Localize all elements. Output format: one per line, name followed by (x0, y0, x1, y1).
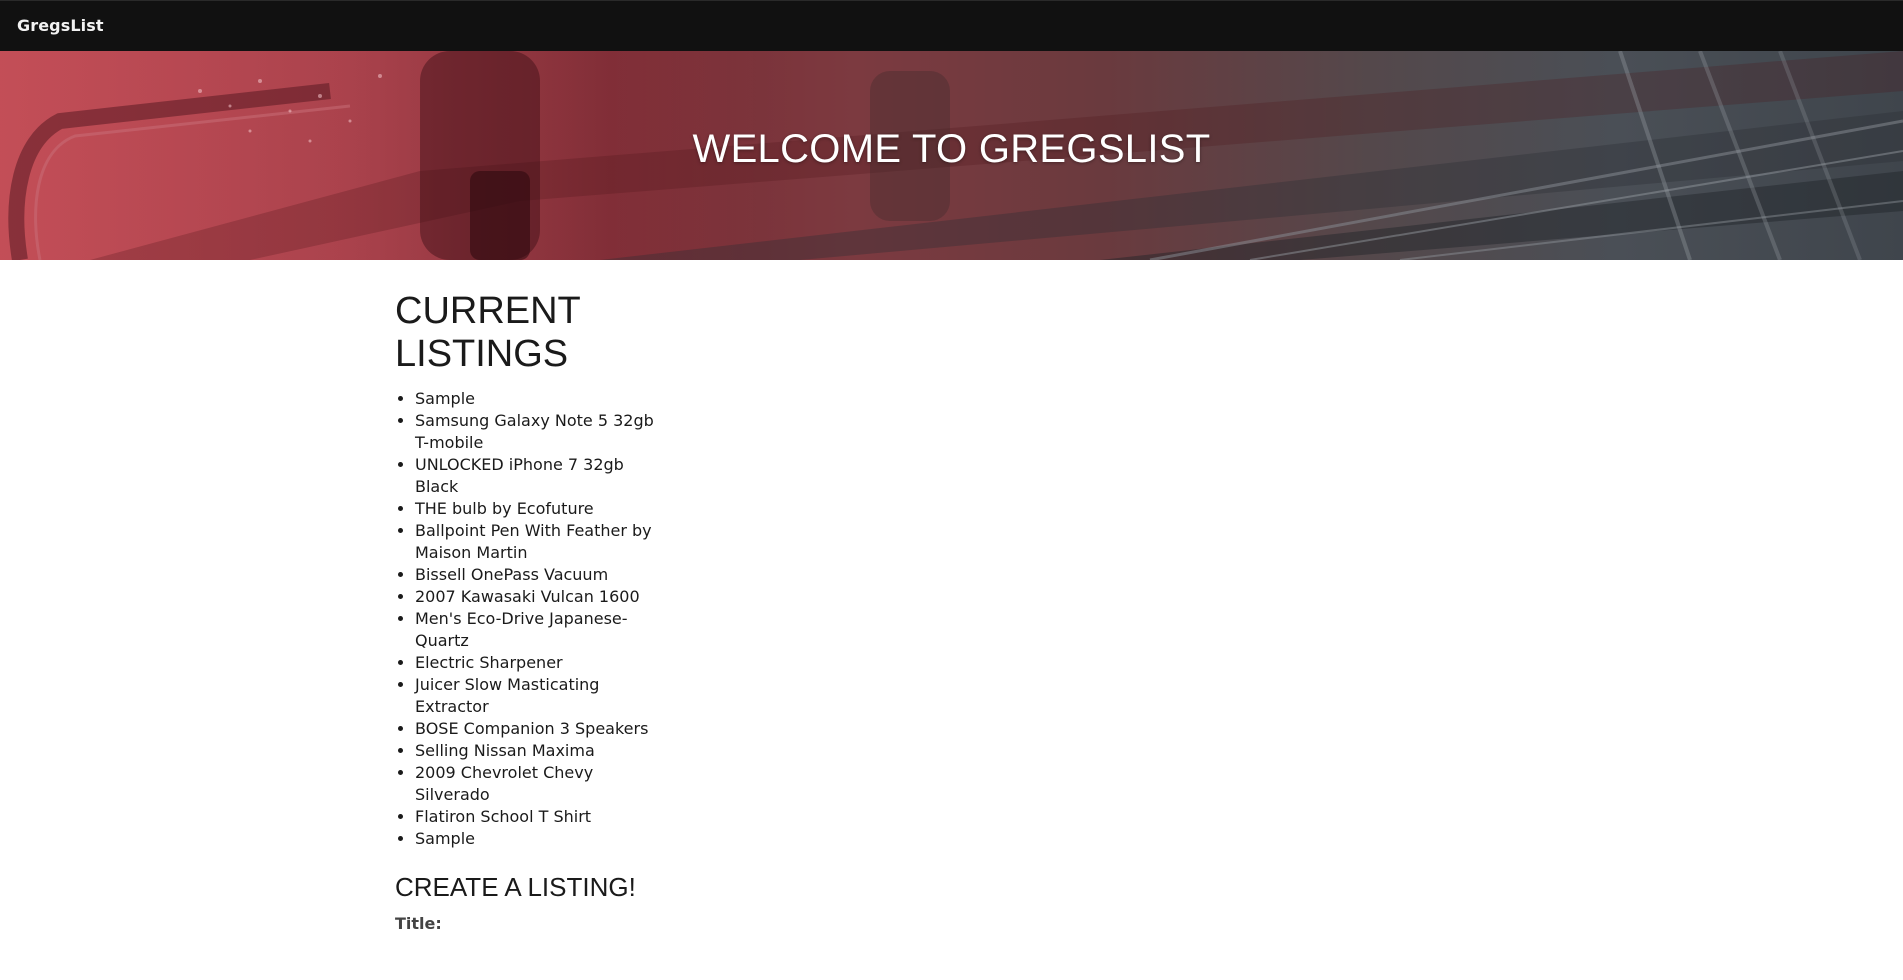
list-item: Selling Nissan Maxima (415, 740, 655, 762)
list-item: Sample (415, 388, 655, 410)
list-item: BOSE Companion 3 Speakers (415, 718, 655, 740)
hero-banner: WELCOME TO GREGSLIST (0, 51, 1903, 260)
list-item: Flatiron School T Shirt (415, 806, 655, 828)
list-item: UNLOCKED iPhone 7 32gb Black (415, 454, 655, 498)
navbar: GregsList (0, 0, 1903, 51)
list-item: Electric Sharpener (415, 652, 655, 674)
list-item: 2009 Chevrolet Chevy Silverado (415, 762, 655, 806)
list-item: Men's Eco-Drive Japanese-Quartz (415, 608, 655, 652)
main-content: CURRENT LISTINGS Sample Samsung Galaxy N… (395, 290, 655, 933)
hero-title: WELCOME TO GREGSLIST (692, 127, 1211, 171)
create-listing-heading: CREATE A LISTING! (395, 872, 636, 902)
title-field-label: Title: (395, 914, 442, 933)
list-item: Juicer Slow Masticating Extractor (415, 674, 655, 718)
list-item: 2007 Kawasaki Vulcan 1600 (415, 586, 655, 608)
list-item: Samsung Galaxy Note 5 32gb T-mobile (415, 410, 655, 454)
listings-list: Sample Samsung Galaxy Note 5 32gb T-mobi… (395, 388, 655, 850)
list-item: Bissell OnePass Vacuum (415, 564, 655, 586)
list-item: Sample (415, 828, 655, 850)
list-item: Ballpoint Pen With Feather by Maison Mar… (415, 520, 655, 564)
brand-link[interactable]: GregsList (17, 16, 104, 35)
current-listings-heading: CURRENT LISTINGS (395, 290, 581, 375)
list-item: THE bulb by Ecofuture (415, 498, 655, 520)
